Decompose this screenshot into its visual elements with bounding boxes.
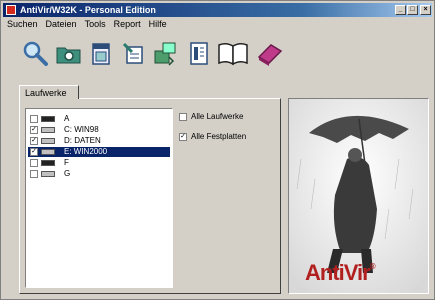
menu-tools[interactable]: Tools: [81, 18, 110, 31]
eraser-icon[interactable]: [255, 39, 283, 67]
menu-bar: Suchen Dateien Tools Report Hilfe: [3, 18, 432, 31]
registered-mark: ®: [369, 262, 376, 271]
drive-c-checkbox[interactable]: ✓: [30, 126, 38, 134]
drive-item-a[interactable]: A: [28, 114, 170, 124]
drive-label: G: [64, 169, 71, 178]
cdrom-drive-icon: [41, 171, 55, 177]
menu-suchen[interactable]: Suchen: [3, 18, 42, 31]
configure-icon[interactable]: [119, 39, 147, 67]
maximize-button[interactable]: □: [407, 5, 418, 15]
title-bar[interactable]: AntiVir/W32K - Personal Edition _ □ ×: [3, 3, 432, 17]
calendar-icon[interactable]: [87, 39, 115, 67]
menu-dateien[interactable]: Dateien: [42, 18, 81, 31]
report-icon[interactable]: [185, 39, 213, 67]
antivir-logo: AntiVir®: [305, 260, 376, 286]
drive-label: F: [64, 158, 69, 167]
drive-label: C: WIN98: [64, 125, 99, 134]
book-icon[interactable]: [217, 39, 248, 67]
update-icon[interactable]: [151, 39, 179, 67]
scan-folder-icon[interactable]: [55, 39, 83, 67]
brand-name: AntiVir: [305, 260, 371, 285]
brand-panel: AntiVir®: [288, 98, 429, 294]
drive-item-g[interactable]: G: [28, 169, 170, 179]
search-icon[interactable]: [21, 39, 49, 67]
drive-item-e[interactable]: ✓ E: WIN2000: [28, 147, 170, 157]
hard-drive-icon: [41, 127, 55, 133]
close-button[interactable]: ×: [420, 5, 431, 15]
drive-d-checkbox[interactable]: ✓: [30, 137, 38, 145]
antivir-window: AntiVir/W32K - Personal Edition _ □ × Su…: [0, 0, 435, 300]
drive-list[interactable]: A ✓ C: WIN98 ✓ D: DATEN ✓ E: WIN2000 F G: [25, 108, 173, 288]
drive-label: A: [64, 114, 70, 123]
floppy-drive-icon: [41, 160, 55, 166]
drive-label: E: WIN2000: [64, 147, 108, 156]
drive-label: D: DATEN: [64, 136, 101, 145]
hard-drive-icon: [41, 138, 55, 144]
drive-g-checkbox[interactable]: [30, 170, 38, 178]
drive-f-checkbox[interactable]: [30, 159, 38, 167]
floppy-drive-icon: [41, 116, 55, 122]
antivir-app-icon[interactable]: [6, 5, 16, 15]
menu-hilfe[interactable]: Hilfe: [145, 18, 171, 31]
toolbar: [3, 35, 432, 75]
hard-drive-icon: [41, 149, 55, 155]
minimize-button[interactable]: _: [395, 5, 406, 15]
drive-item-f[interactable]: F: [28, 158, 170, 168]
menu-report[interactable]: Report: [110, 18, 145, 31]
all-hard-drives-label: Alle Festplatten: [191, 132, 247, 141]
drive-item-c[interactable]: ✓ C: WIN98: [28, 125, 170, 135]
all-hard-drives-checkbox[interactable]: ✓: [179, 133, 187, 141]
drive-a-checkbox[interactable]: [30, 115, 38, 123]
drive-e-checkbox[interactable]: ✓: [30, 148, 38, 156]
all-drives-label: Alle Laufwerke: [191, 112, 244, 121]
drive-item-d[interactable]: ✓ D: DATEN: [28, 136, 170, 146]
all-drives-checkbox[interactable]: [179, 113, 187, 121]
window-title: AntiVir/W32K - Personal Edition: [20, 5, 156, 15]
tab-laufwerke[interactable]: Laufwerke: [19, 85, 79, 99]
